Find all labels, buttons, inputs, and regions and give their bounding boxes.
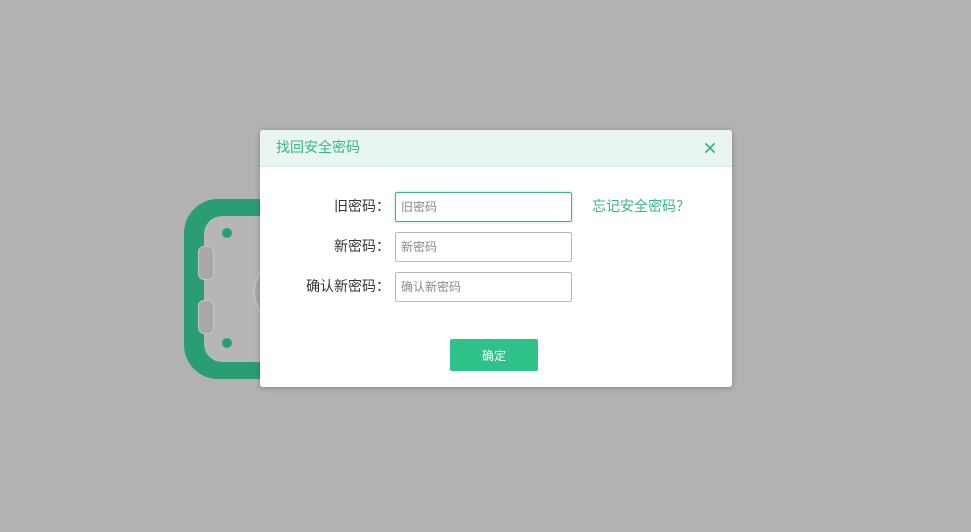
- new-password-input[interactable]: [395, 232, 572, 262]
- old-password-input[interactable]: [395, 192, 572, 222]
- new-password-label: 新密码：: [334, 239, 390, 255]
- confirm-password-label: 确认新密码：: [306, 279, 390, 295]
- safe-hinge: [198, 246, 214, 280]
- dialog-title: 找回安全密码: [276, 140, 360, 156]
- safe-bolt: [222, 338, 232, 348]
- close-icon[interactable]: [702, 140, 718, 156]
- old-password-label: 旧密码：: [334, 199, 390, 215]
- dialog-header: 找回安全密码: [260, 130, 732, 167]
- safe-bolt: [222, 228, 232, 238]
- old-password-row: 旧密码： 忘记安全密码？: [260, 192, 732, 222]
- confirm-password-input[interactable]: [395, 272, 572, 302]
- forgot-password-link[interactable]: 忘记安全密码？: [592, 198, 690, 216]
- safe-hinge: [198, 300, 214, 334]
- confirm-password-row: 确认新密码：: [260, 272, 732, 302]
- confirm-button[interactable]: 确定: [450, 339, 538, 371]
- new-password-row: 新密码：: [260, 232, 732, 262]
- reset-security-password-dialog: 找回安全密码 旧密码： 忘记安全密码？ 新密码： 确认新密码： 确定: [260, 130, 732, 387]
